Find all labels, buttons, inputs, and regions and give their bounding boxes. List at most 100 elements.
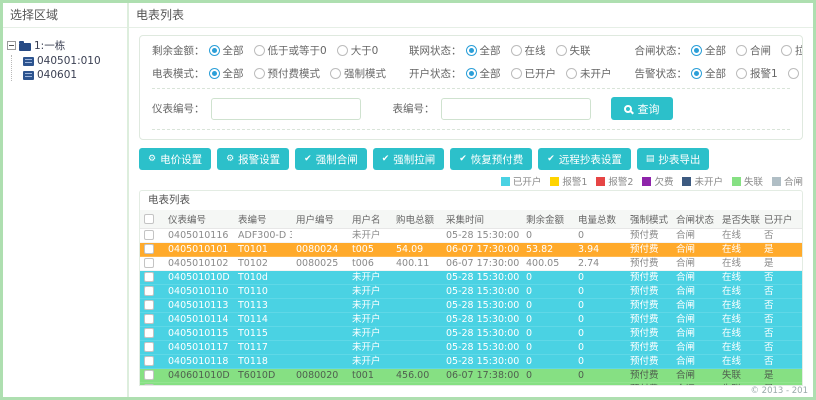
price-settings-button[interactable]: ⚙ 电价设置 <box>139 148 212 170</box>
radio-option-label[interactable]: 报警1 <box>750 66 778 81</box>
collapse-icon[interactable] <box>7 41 16 50</box>
radio-switch-status[interactable] <box>781 45 792 56</box>
table-cell: 未开户 <box>348 340 392 355</box>
search-button[interactable]: 查询 <box>610 97 673 120</box>
radio-account-status[interactable] <box>465 68 477 79</box>
radio-network-status[interactable] <box>465 45 477 56</box>
radio-option-label[interactable]: 合闸 <box>750 43 771 58</box>
tree-root-node[interactable]: 1:一栋 <box>7 38 123 53</box>
table-cell: T0115 <box>234 326 292 341</box>
radio-meter-mode[interactable] <box>253 68 265 79</box>
reading-export-button[interactable]: ▤ 抄表导出 <box>636 148 710 170</box>
radio-option-label[interactable]: 未开户 <box>580 66 612 81</box>
force-open-button[interactable]: ✔ 强制拉闸 <box>372 148 445 170</box>
tree-node-040501[interactable]: 040501:010 <box>23 55 123 67</box>
alarm-settings-button[interactable]: ⚙ 报警设置 <box>217 148 290 170</box>
radio-network-status[interactable] <box>555 45 567 56</box>
row-checkbox[interactable] <box>144 370 154 380</box>
action-button-label: 强制合闸 <box>315 153 358 166</box>
radio-meter-mode[interactable] <box>330 68 341 79</box>
table-cell: 预付费 <box>626 354 672 369</box>
restore-prepaid-button[interactable]: ✔ 恢复预付费 <box>450 148 533 170</box>
tree-root-label[interactable]: 1:一栋 <box>34 38 65 53</box>
radio-option-label[interactable]: 已开户 <box>525 66 557 81</box>
radio-option-label[interactable]: 报警2 <box>802 66 803 81</box>
table-cell <box>392 270 442 285</box>
radio-option-label[interactable]: 全部 <box>705 43 726 58</box>
tree-children: 040501:010 040601 <box>11 55 123 81</box>
radio-account-status[interactable] <box>510 68 522 79</box>
filter-group-label: 告警状态： <box>634 68 688 80</box>
table-row[interactable]: 0405010117 T0117 未开户 05-28 15:30:00 0 0 预付费 合闸在… <box>140 340 802 355</box>
row-checkbox[interactable] <box>144 356 154 366</box>
table-cell: 05-28 15:30:00 <box>442 298 522 313</box>
radio-remaining-amount[interactable] <box>336 45 348 56</box>
radio-option-label[interactable]: 全部 <box>705 66 726 81</box>
column-header: 购电总额 <box>392 210 442 229</box>
radio-remaining-amount[interactable] <box>253 45 265 56</box>
table-row[interactable]: 040601010D T6010D 0080020 t001 456.00 06-07 1… <box>140 368 802 383</box>
table-cell: 0405010115 <box>164 326 234 341</box>
radio-option-label[interactable]: 全部 <box>480 43 501 58</box>
radio-option-label[interactable]: 失联 <box>570 43 591 58</box>
row-checkbox[interactable] <box>144 244 154 254</box>
main-content: 剩余金额：全部低于或等于0大于0联网状态：全部在线失联合闸状态：全部合闸拉闸电表… <box>129 28 813 386</box>
table-cell: 预付费 <box>626 312 672 327</box>
legend-item: 欠费 <box>642 174 673 188</box>
table-row[interactable]: 0405010102 T0102 0080025 t006 400.11 06-07 17… <box>140 256 802 271</box>
radio-network-status[interactable] <box>510 45 522 56</box>
meter-no-input[interactable] <box>210 97 361 120</box>
table-row[interactable]: 0405010116 ADF300-D 3 未开户 05-28 15:30:00 0 0 预… <box>140 228 802 243</box>
sidebar-title: 选择区域 <box>3 3 127 28</box>
radio-switch-status[interactable] <box>691 45 702 56</box>
tree-node-label[interactable]: 040501:010 <box>37 55 101 67</box>
row-checkbox[interactable] <box>144 342 154 352</box>
row-checkbox[interactable] <box>144 300 154 310</box>
select-all-checkbox[interactable] <box>144 213 154 224</box>
radio-switch-status[interactable] <box>736 45 747 56</box>
table-row[interactable]: 0405010115 T0115 未开户 05-28 15:30:00 0 0 预付费 合闸在… <box>140 326 802 341</box>
radio-option-label[interactable]: 在线 <box>525 43 546 58</box>
radio-remaining-amount[interactable] <box>208 45 220 56</box>
column-header: 强制模式 <box>626 210 672 229</box>
table-cell: 未开户 <box>348 354 392 369</box>
radio-option-label[interactable]: 预付费模式 <box>268 66 321 81</box>
row-checkbox[interactable] <box>144 314 154 324</box>
table-cell: 合闸 <box>672 228 718 243</box>
row-checkbox[interactable] <box>144 328 154 338</box>
row-checkbox[interactable] <box>144 258 154 268</box>
filter-group-label: 开户状态： <box>409 68 462 80</box>
table-row[interactable]: 040501010D T010d 未开户 05-28 15:30:00 0 0 预付费 合闸在… <box>140 270 802 285</box>
row-checkbox[interactable] <box>144 230 154 240</box>
radio-option-label[interactable]: 全部 <box>480 66 501 81</box>
tree-node-040601[interactable]: 040601 <box>23 69 123 81</box>
search-row: 仪表编号： 表编号： 查询 <box>152 96 790 122</box>
tree-node-label[interactable]: 040601 <box>37 69 77 81</box>
force-close-button[interactable]: ✔ 强制合闸 <box>295 148 367 170</box>
radio-account-status[interactable] <box>566 68 577 79</box>
radio-meter-mode[interactable] <box>208 68 220 79</box>
table-cell: 0405010114 <box>164 312 234 327</box>
radio-alarm-status[interactable] <box>787 68 799 79</box>
radio-option-label[interactable]: 全部 <box>223 66 244 81</box>
table-row[interactable]: 0405010101 T0101 0080024 t005 54.09 06-07 17:… <box>140 242 802 257</box>
table-no-input[interactable] <box>440 97 591 120</box>
remote-reading-settings-button[interactable]: ✔ 远程抄表设置 <box>538 148 631 170</box>
legend-item: 报警1 <box>550 174 587 188</box>
radio-alarm-status[interactable] <box>691 68 702 79</box>
radio-option-label[interactable]: 大于0 <box>351 43 379 58</box>
table-cell: 是 <box>760 256 802 271</box>
row-checkbox[interactable] <box>144 272 154 282</box>
radio-option-label[interactable]: 拉闸 <box>795 43 802 58</box>
radio-option-label[interactable]: 强制模式 <box>344 66 386 81</box>
row-checkbox[interactable] <box>144 286 154 296</box>
radio-option-label[interactable]: 全部 <box>223 43 244 58</box>
table-row[interactable]: 0405010118 T0118 未开户 05-28 15:30:00 0 0 预付费 合闸在… <box>140 354 802 369</box>
radio-alarm-status[interactable] <box>736 68 747 79</box>
table-row[interactable]: 0405010114 T0114 未开户 05-28 15:30:00 0 0 预付费 合闸在… <box>140 312 802 327</box>
radio-option-label[interactable]: 低于或等于0 <box>268 43 327 58</box>
table-row[interactable]: 0405010110 T0110 未开户 05-28 15:30:00 0 0 预付费 合闸在… <box>140 284 802 299</box>
table-cell: 未开户 <box>348 326 392 341</box>
table-row[interactable]: 0405010113 T0113 未开户 05-28 15:30:00 0 0 预付费 合闸在… <box>140 298 802 313</box>
legend-label: 已开户 <box>512 177 542 188</box>
